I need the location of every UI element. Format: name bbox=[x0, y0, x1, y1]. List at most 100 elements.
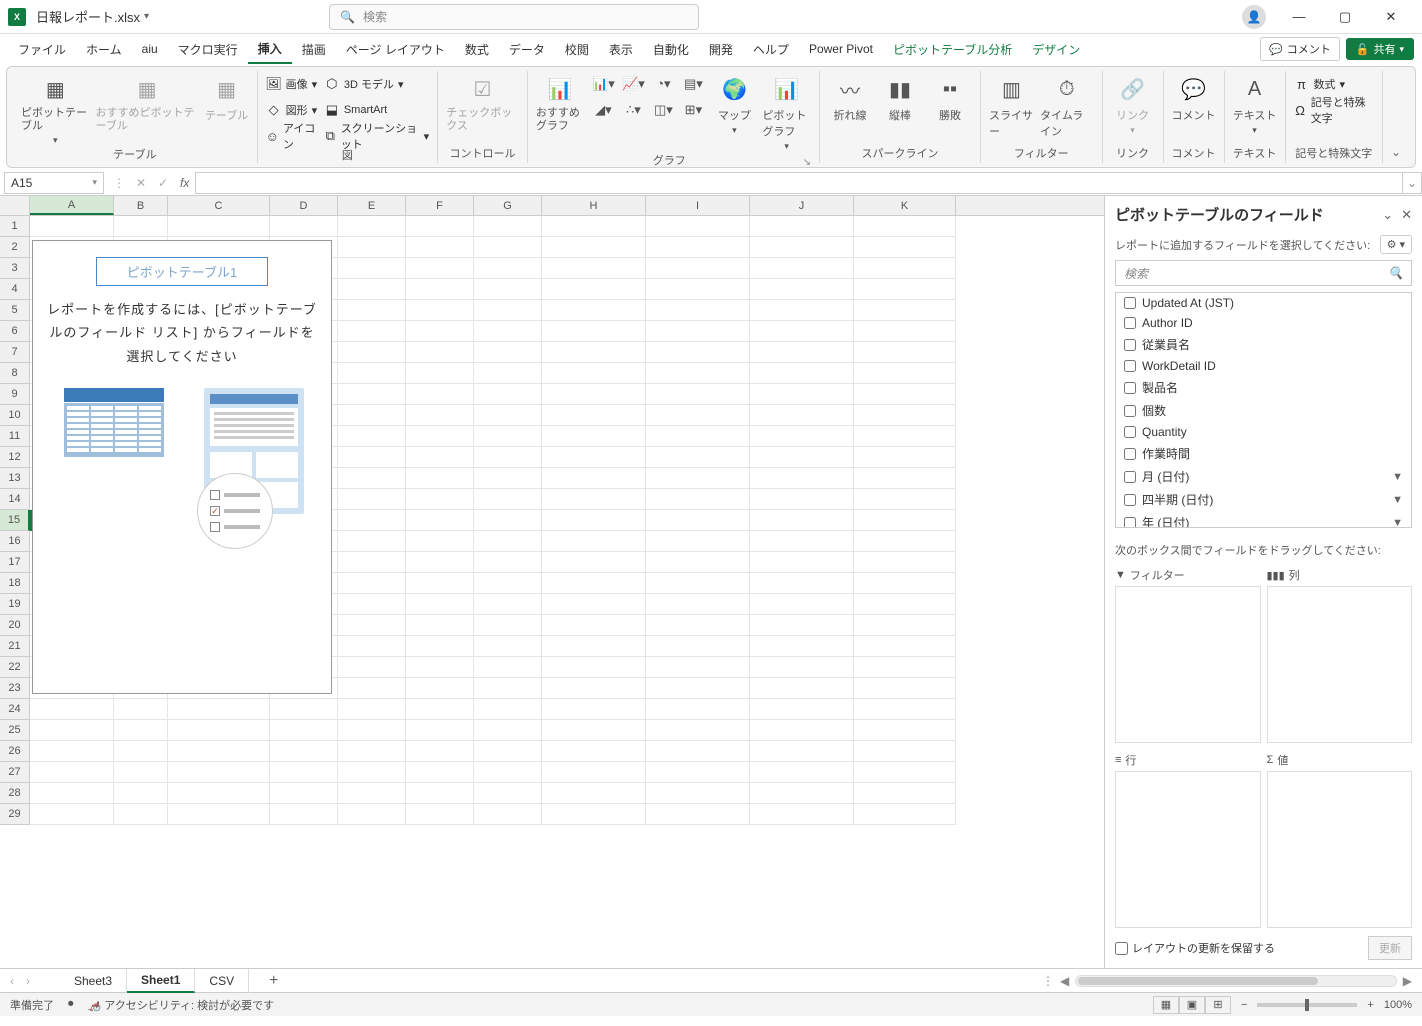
cell[interactable] bbox=[406, 720, 474, 741]
cell[interactable] bbox=[854, 489, 956, 510]
cell[interactable] bbox=[474, 615, 542, 636]
row-header-6[interactable]: 6 bbox=[0, 321, 30, 342]
horizontal-scrollbar[interactable] bbox=[1075, 975, 1397, 987]
cell[interactable] bbox=[474, 783, 542, 804]
close-pane-icon[interactable]: ✕ bbox=[1401, 207, 1412, 223]
cell[interactable] bbox=[854, 573, 956, 594]
cell[interactable] bbox=[474, 468, 542, 489]
cell[interactable] bbox=[854, 720, 956, 741]
cell[interactable] bbox=[854, 552, 956, 573]
cell[interactable] bbox=[474, 279, 542, 300]
row-header-18[interactable]: 18 bbox=[0, 573, 30, 594]
values-drop-area[interactable] bbox=[1267, 771, 1413, 928]
tab-data[interactable]: データ bbox=[499, 34, 555, 64]
cell[interactable] bbox=[646, 237, 750, 258]
sparkline-line-button[interactable]: 〰折れ線 bbox=[828, 73, 872, 123]
cell[interactable] bbox=[114, 216, 168, 237]
row-header-14[interactable]: 14 bbox=[0, 489, 30, 510]
field-checkbox[interactable] bbox=[1124, 297, 1136, 309]
row-header-25[interactable]: 25 bbox=[0, 720, 30, 741]
row-header-3[interactable]: 3 bbox=[0, 258, 30, 279]
cell[interactable] bbox=[542, 447, 646, 468]
column-header-H[interactable]: H bbox=[542, 196, 646, 215]
cell[interactable] bbox=[168, 741, 270, 762]
cell[interactable] bbox=[542, 426, 646, 447]
page-break-view-button[interactable]: ⊞ bbox=[1205, 996, 1231, 1014]
cell[interactable] bbox=[114, 741, 168, 762]
cell[interactable] bbox=[646, 489, 750, 510]
cell[interactable] bbox=[750, 384, 854, 405]
tab-page-layout[interactable]: ページ レイアウト bbox=[336, 34, 455, 64]
cell[interactable] bbox=[542, 783, 646, 804]
cell[interactable] bbox=[406, 342, 474, 363]
row-header-28[interactable]: 28 bbox=[0, 783, 30, 804]
cell[interactable] bbox=[750, 594, 854, 615]
maximize-button[interactable]: ▢ bbox=[1322, 2, 1368, 32]
cell[interactable] bbox=[750, 573, 854, 594]
next-sheet-button[interactable]: › bbox=[26, 974, 30, 988]
shapes-button[interactable]: ◇図形 ▾ bbox=[266, 99, 318, 121]
cell[interactable] bbox=[750, 363, 854, 384]
cell[interactable] bbox=[406, 363, 474, 384]
cell[interactable] bbox=[30, 699, 114, 720]
cell[interactable] bbox=[646, 342, 750, 363]
row-header-9[interactable]: 9 bbox=[0, 384, 30, 405]
cell[interactable] bbox=[114, 783, 168, 804]
cell[interactable] bbox=[646, 573, 750, 594]
user-avatar[interactable]: 👤 bbox=[1242, 5, 1266, 29]
cell[interactable] bbox=[854, 384, 956, 405]
cell[interactable] bbox=[542, 594, 646, 615]
tab-view[interactable]: 表示 bbox=[599, 34, 643, 64]
cell[interactable] bbox=[338, 468, 406, 489]
zoom-out-button[interactable]: − bbox=[1241, 999, 1247, 1011]
cell[interactable] bbox=[474, 531, 542, 552]
field-checkbox[interactable] bbox=[1124, 405, 1136, 417]
cell[interactable] bbox=[474, 363, 542, 384]
cell[interactable] bbox=[338, 342, 406, 363]
field-pane-options-button[interactable]: ⚙▾ bbox=[1380, 235, 1412, 254]
cell[interactable] bbox=[406, 384, 474, 405]
cell[interactable] bbox=[854, 363, 956, 384]
cell[interactable] bbox=[854, 258, 956, 279]
cell[interactable] bbox=[270, 762, 338, 783]
scroll-left-icon[interactable]: ◀ bbox=[1060, 974, 1069, 988]
cell[interactable] bbox=[338, 531, 406, 552]
cell[interactable] bbox=[338, 783, 406, 804]
column-header-B[interactable]: B bbox=[114, 196, 168, 215]
minimize-button[interactable]: — bbox=[1276, 2, 1322, 32]
cell[interactable] bbox=[750, 804, 854, 825]
add-sheet-button[interactable]: + bbox=[269, 972, 278, 990]
enter-formula-icon[interactable]: ✓ bbox=[152, 176, 174, 190]
row-header-11[interactable]: 11 bbox=[0, 426, 30, 447]
normal-view-button[interactable]: ▦ bbox=[1153, 996, 1179, 1014]
cell[interactable] bbox=[406, 510, 474, 531]
cell[interactable] bbox=[406, 447, 474, 468]
zoom-in-button[interactable]: + bbox=[1367, 999, 1373, 1011]
cell[interactable] bbox=[750, 216, 854, 237]
cell[interactable] bbox=[542, 510, 646, 531]
cell[interactable] bbox=[406, 762, 474, 783]
cell[interactable] bbox=[406, 678, 474, 699]
field-checkbox[interactable] bbox=[1124, 494, 1136, 506]
cell[interactable] bbox=[338, 552, 406, 573]
pivot-chart-button[interactable]: 📊 ピボットグラフ▾ bbox=[762, 73, 811, 152]
cell[interactable] bbox=[338, 573, 406, 594]
cell[interactable] bbox=[168, 720, 270, 741]
sparkline-column-button[interactable]: ▮▮縦棒 bbox=[878, 73, 922, 123]
sheet-tab-sheet1[interactable]: Sheet1 bbox=[127, 969, 195, 993]
cell[interactable] bbox=[338, 405, 406, 426]
cell[interactable] bbox=[338, 636, 406, 657]
column-header-E[interactable]: E bbox=[338, 196, 406, 215]
cell[interactable] bbox=[30, 216, 114, 237]
field-checkbox[interactable] bbox=[1124, 448, 1136, 460]
field-checkbox[interactable] bbox=[1124, 471, 1136, 483]
defer-layout-checkbox[interactable]: レイアウトの更新を保留する bbox=[1115, 940, 1275, 956]
pivot-field-item[interactable]: 製品名 bbox=[1116, 376, 1411, 399]
row-header-17[interactable]: 17 bbox=[0, 552, 30, 573]
cell[interactable] bbox=[854, 762, 956, 783]
chevron-down-icon[interactable]: ⌄ bbox=[1382, 207, 1393, 223]
cell[interactable] bbox=[338, 741, 406, 762]
cell[interactable] bbox=[406, 804, 474, 825]
tab-aiu[interactable]: aiu bbox=[132, 34, 168, 64]
row-header-1[interactable]: 1 bbox=[0, 216, 30, 237]
